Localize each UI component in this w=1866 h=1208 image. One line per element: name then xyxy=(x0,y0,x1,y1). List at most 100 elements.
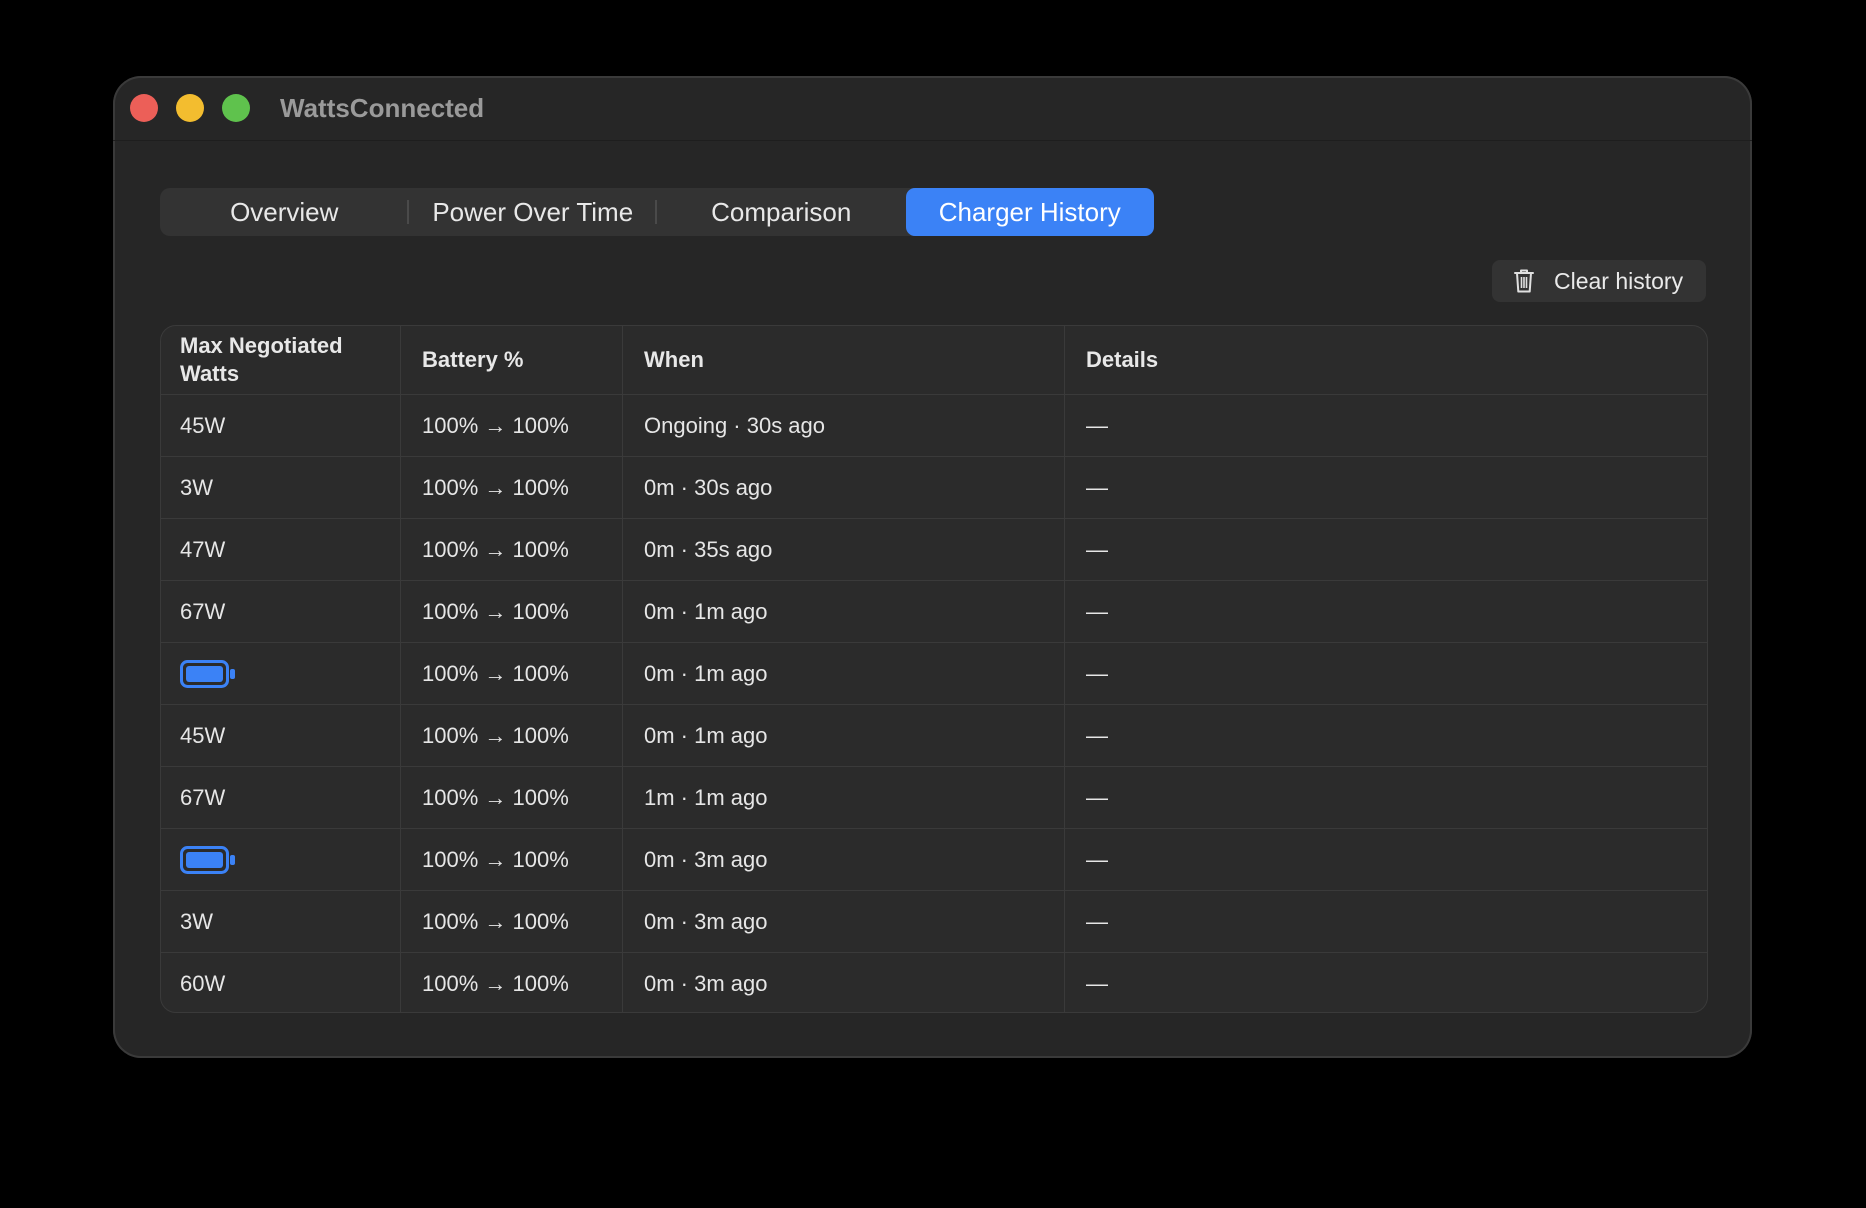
battery-value: 100% → 100% xyxy=(422,970,569,996)
details-cell: — xyxy=(1065,395,1707,456)
when-value: 0m · 3m ago xyxy=(644,908,768,934)
when-value: 0m · 1m ago xyxy=(644,660,768,686)
details-value: — xyxy=(1086,598,1108,624)
title-bar[interactable]: WattsConnected xyxy=(113,76,1752,141)
header-label: Battery % xyxy=(422,347,524,372)
tab-label: Overview xyxy=(230,196,339,227)
watts-value: 3W xyxy=(180,474,213,500)
table-row[interactable]: 100% → 100% 0m · 1m ago — xyxy=(161,642,1707,704)
tab-overview[interactable]: Overview xyxy=(160,188,409,236)
table-row[interactable]: 45W 100% → 100% Ongoing · 30s ago — xyxy=(161,394,1707,456)
window-title: WattsConnected xyxy=(280,93,485,123)
details-value: — xyxy=(1086,536,1108,562)
table-row[interactable]: 100% → 100% 0m · 3m ago — xyxy=(161,828,1707,890)
watts-value: 45W xyxy=(180,412,226,438)
watts-cell: 67W xyxy=(161,581,401,642)
battery-cell: 100% → 100% xyxy=(401,705,623,766)
battery-cell: 100% → 100% xyxy=(401,767,623,828)
when-value: 0m · 1m ago xyxy=(644,722,768,748)
table-row[interactable]: 3W 100% → 100% 0m · 30s ago — xyxy=(161,456,1707,518)
when-value: 1m · 1m ago xyxy=(644,784,768,810)
details-cell: — xyxy=(1065,829,1707,890)
minimize-button[interactable] xyxy=(176,94,204,122)
tab-label: Charger History xyxy=(938,196,1121,227)
table-row[interactable]: 67W 100% → 100% 1m · 1m ago — xyxy=(161,766,1707,828)
details-cell: — xyxy=(1065,581,1707,642)
details-value: — xyxy=(1086,846,1108,872)
battery-value: 100% → 100% xyxy=(422,908,569,934)
clear-history-button[interactable]: Clear history xyxy=(1492,260,1706,302)
details-value: — xyxy=(1086,412,1108,438)
watts-cell: 60W xyxy=(161,953,401,1012)
when-cell: 0m · 1m ago xyxy=(623,705,1065,766)
close-button[interactable] xyxy=(130,94,158,122)
tab-power-over-time[interactable]: Power Over Time xyxy=(409,188,658,236)
details-cell: — xyxy=(1065,705,1707,766)
battery-cell: 100% → 100% xyxy=(401,395,623,456)
watts-value: 67W xyxy=(180,598,226,624)
tab-charger-history[interactable]: Charger History xyxy=(905,188,1154,236)
table-row[interactable]: 60W 100% → 100% 0m · 3m ago — xyxy=(161,952,1707,1012)
app-window: WattsConnected Overview Power Over Time … xyxy=(113,76,1752,1058)
battery-cell: 100% → 100% xyxy=(401,891,623,952)
table-row[interactable]: 45W 100% → 100% 0m · 1m ago — xyxy=(161,704,1707,766)
column-header-details[interactable]: Details xyxy=(1065,326,1707,394)
details-value: — xyxy=(1086,660,1108,686)
table-row[interactable]: 3W 100% → 100% 0m · 3m ago — xyxy=(161,890,1707,952)
when-cell: Ongoing · 30s ago xyxy=(623,395,1065,456)
battery-value: 100% → 100% xyxy=(422,846,569,872)
table-row[interactable]: 67W 100% → 100% 0m · 1m ago — xyxy=(161,580,1707,642)
when-cell: 0m · 30s ago xyxy=(623,457,1065,518)
when-cell: 0m · 3m ago xyxy=(623,829,1065,890)
column-header-when[interactable]: When xyxy=(623,326,1065,394)
watts-value: 3W xyxy=(180,908,213,934)
when-cell: 0m · 1m ago xyxy=(623,643,1065,704)
details-cell: — xyxy=(1065,953,1707,1012)
battery-value: 100% → 100% xyxy=(422,598,569,624)
details-cell: — xyxy=(1065,519,1707,580)
details-cell: — xyxy=(1065,767,1707,828)
table-row[interactable]: 47W 100% → 100% 0m · 35s ago — xyxy=(161,518,1707,580)
watts-cell xyxy=(161,829,401,890)
details-cell: — xyxy=(1065,457,1707,518)
battery-full-icon xyxy=(180,659,235,688)
watts-cell: 45W xyxy=(161,705,401,766)
battery-value: 100% → 100% xyxy=(422,660,569,686)
battery-value: 100% → 100% xyxy=(422,722,569,748)
watts-cell: 45W xyxy=(161,395,401,456)
zoom-button[interactable] xyxy=(222,94,250,122)
watts-value: 45W xyxy=(180,722,226,748)
details-value: — xyxy=(1086,784,1108,810)
when-cell: 1m · 1m ago xyxy=(623,767,1065,828)
details-value: — xyxy=(1086,970,1108,996)
battery-cell: 100% → 100% xyxy=(401,643,623,704)
watts-cell xyxy=(161,643,401,704)
table-header: Max Negotiated Watts Battery % When Deta… xyxy=(161,326,1707,394)
trash-icon xyxy=(1514,269,1534,293)
header-label: When xyxy=(644,347,704,372)
column-header-watts[interactable]: Max Negotiated Watts xyxy=(161,326,401,394)
when-value: 0m · 3m ago xyxy=(644,970,768,996)
tab-bar: Overview Power Over Time Comparison Char… xyxy=(160,188,1154,236)
column-header-battery[interactable]: Battery % xyxy=(401,326,623,394)
battery-cell: 100% → 100% xyxy=(401,953,623,1012)
header-label: Details xyxy=(1086,347,1159,372)
battery-cell: 100% → 100% xyxy=(401,829,623,890)
watts-value: 60W xyxy=(180,970,226,996)
tab-comparison[interactable]: Comparison xyxy=(657,188,906,236)
clear-history-label: Clear history xyxy=(1554,267,1684,294)
details-value: — xyxy=(1086,722,1108,748)
when-value: Ongoing · 30s ago xyxy=(644,412,826,438)
details-value: — xyxy=(1086,908,1108,934)
watts-cell: 3W xyxy=(161,891,401,952)
when-cell: 0m · 3m ago xyxy=(623,891,1065,952)
details-cell: — xyxy=(1065,891,1707,952)
watts-value: 67W xyxy=(180,784,226,810)
details-value: — xyxy=(1086,474,1108,500)
battery-value: 100% → 100% xyxy=(422,474,569,500)
details-cell: — xyxy=(1065,643,1707,704)
battery-cell: 100% → 100% xyxy=(401,519,623,580)
watts-cell: 3W xyxy=(161,457,401,518)
when-cell: 0m · 1m ago xyxy=(623,581,1065,642)
when-cell: 0m · 35s ago xyxy=(623,519,1065,580)
